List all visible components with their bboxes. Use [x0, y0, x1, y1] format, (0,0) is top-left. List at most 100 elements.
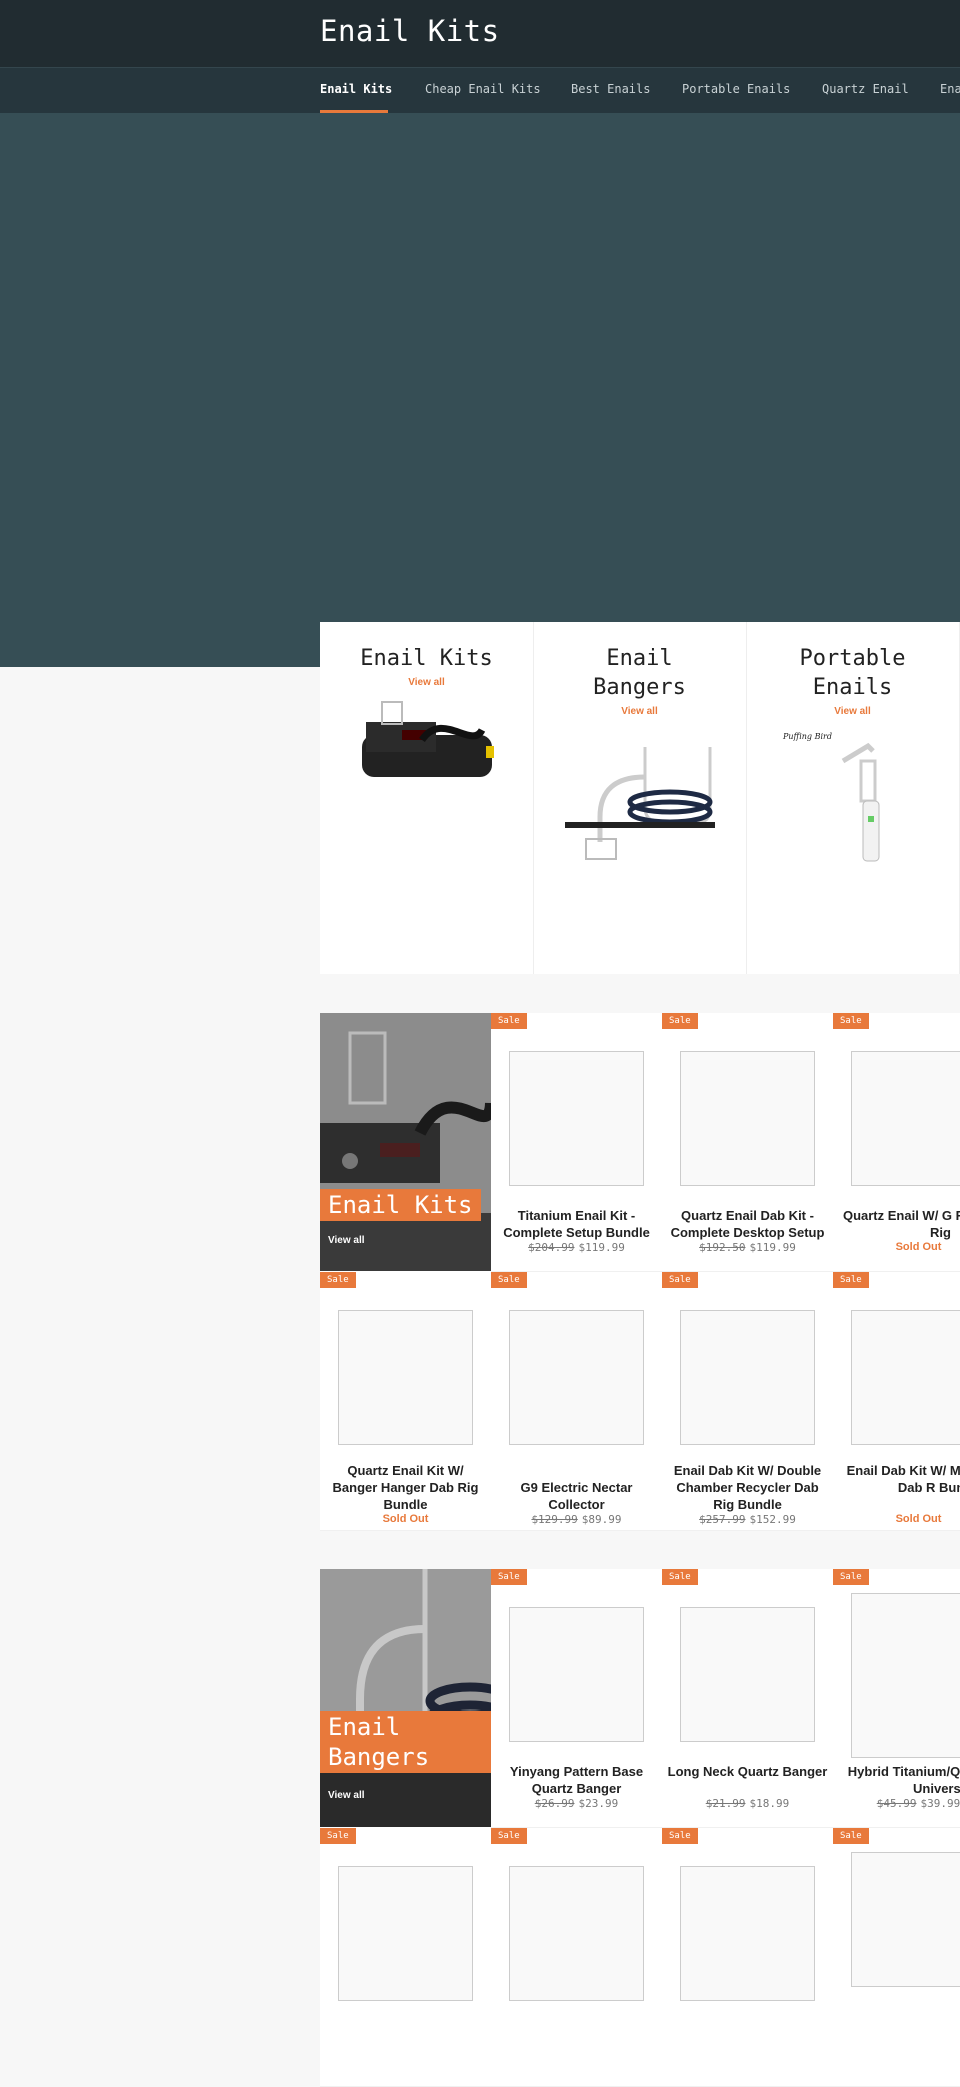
- product-thumbnail: [680, 1051, 815, 1186]
- product-card[interactable]: Sale: [833, 1828, 960, 2087]
- collection-section-enail-bangers: Enail Bangers View all Sale Yinyang Patt…: [320, 1569, 960, 1875]
- sale-badge: Sale: [662, 1013, 698, 1029]
- product-card[interactable]: Sale Enail Dab Kit W/ Double Chamber Rec…: [662, 1272, 834, 1531]
- feature-title: Enail Bangers: [320, 1711, 491, 1773]
- product-thumbnail: [680, 1607, 815, 1742]
- original-price: $257.99: [699, 1513, 745, 1526]
- product-name[interactable]: Long Neck Quartz Banger: [666, 1763, 829, 1780]
- product-name[interactable]: Quartz Enail Dab Kit - Complete Desktop …: [666, 1207, 829, 1241]
- product-name[interactable]: Quartz Enail Kit W/ Banger Hanger Dab Ri…: [324, 1462, 487, 1513]
- product-price: $204.99 $119.99: [491, 1241, 662, 1254]
- feature-enail-kits[interactable]: Enail Kits View all: [320, 1013, 491, 1271]
- product-price: $26.99 $23.99: [491, 1797, 662, 1810]
- product-card[interactable]: Sale: [662, 1828, 834, 2087]
- product-card[interactable]: Sale Yinyang Pattern Base Quartz Banger …: [491, 1569, 663, 1828]
- product-thumbnail: [338, 1310, 473, 1445]
- sale-price: $152.99: [750, 1513, 796, 1526]
- sold-out-label: Sold Out: [833, 1241, 960, 1253]
- collection-grid: Enail Kits View all Enail Bangers View a…: [320, 622, 960, 974]
- product-thumbnail: [509, 1051, 644, 1186]
- product-card[interactable]: Sale G9 Electric Nectar Collector $129.9…: [491, 1272, 663, 1531]
- sold-out-label: Sold Out: [320, 1513, 491, 1525]
- sale-badge: Sale: [662, 1569, 698, 1585]
- product-name[interactable]: Quartz Enail W/ G Recycler Dab Rig: [837, 1207, 960, 1241]
- banger-feature-image: [320, 1569, 491, 1827]
- view-all-link[interactable]: View all: [533, 706, 746, 717]
- product-card[interactable]: Sale Quartz Enail W/ G Recycler Dab Rig …: [833, 1013, 960, 1272]
- sale-badge: Sale: [833, 1272, 869, 1288]
- sale-badge: Sale: [833, 1828, 869, 1844]
- sale-price: $18.99: [750, 1797, 790, 1810]
- original-price: $204.99: [528, 1241, 574, 1254]
- product-name[interactable]: Enail Dab Kit W/ Double Chamber Recycler…: [666, 1462, 829, 1513]
- product-name[interactable]: Enail Dab Kit W/ M Matrix Perc Dab R Bun…: [837, 1462, 960, 1496]
- view-all-link[interactable]: View all: [328, 1235, 365, 1246]
- hero-banner: [0, 113, 960, 667]
- site-header: Enail Kits: [0, 0, 960, 67]
- product-thumbnail: [851, 1593, 960, 1758]
- product-card[interactable]: Sale Quartz Enail Kit W/ Banger Hanger D…: [320, 1272, 492, 1531]
- product-thumbnail: [509, 1310, 644, 1445]
- site-title[interactable]: Enail Kits: [320, 14, 500, 48]
- svg-text:Puffing Bird: Puffing Bird: [782, 732, 832, 741]
- product-thumbnail: [851, 1852, 960, 1987]
- main-nav: Enail Kits Cheap Enail Kits Best Enails …: [0, 67, 960, 114]
- collection-title: Enail Kits: [320, 644, 533, 673]
- product-price: $257.99 $152.99: [662, 1513, 833, 1526]
- product-name[interactable]: Yinyang Pattern Base Quartz Banger: [495, 1763, 658, 1797]
- collection-card-portable-enails[interactable]: Portable Enails View all Puffing Bird: [746, 622, 960, 974]
- sale-badge: Sale: [320, 1828, 356, 1844]
- sale-badge: Sale: [662, 1272, 698, 1288]
- nav-item-more[interactable]: Ena: [940, 82, 960, 96]
- sale-price: $89.99: [582, 1513, 622, 1526]
- product-card[interactable]: Sale Quartz Enail Dab Kit - Complete Des…: [662, 1013, 834, 1272]
- portable-enail-image: Puffing Bird: [773, 721, 933, 881]
- product-card[interactable]: Sale Long Neck Quartz Banger $21.99 $18.9…: [662, 1569, 834, 1828]
- nav-item-best-enails[interactable]: Best Enails: [571, 82, 650, 96]
- product-name[interactable]: Titanium Enail Kit - Complete Setup Bund…: [495, 1207, 658, 1241]
- sale-price: $119.99: [750, 1241, 796, 1254]
- product-card[interactable]: Sale Hybrid Titanium/Qu Domeless Univers…: [833, 1569, 960, 1828]
- product-thumbnail: [509, 1866, 644, 2001]
- nav-item-portable-enails[interactable]: Portable Enails: [682, 82, 790, 96]
- product-price: $45.99$39.99: [833, 1797, 960, 1810]
- product-thumbnail: [680, 1866, 815, 2001]
- original-price: $21.99: [706, 1797, 746, 1810]
- nav-item-cheap-enail-kits[interactable]: Cheap Enail Kits: [425, 82, 541, 96]
- sale-badge: Sale: [662, 1828, 698, 1844]
- view-all-link[interactable]: View all: [328, 1790, 365, 1801]
- view-all-link[interactable]: View all: [320, 677, 533, 688]
- product-card[interactable]: Sale: [491, 1828, 663, 2087]
- product-name[interactable]: G9 Electric Nectar Collector: [495, 1479, 658, 1513]
- original-price: $26.99: [535, 1797, 575, 1810]
- product-price: $192.50$119.99: [662, 1241, 833, 1254]
- nav-item-enail-kits[interactable]: Enail Kits: [320, 82, 392, 96]
- product-thumbnail: [338, 1866, 473, 2001]
- banger-image: [560, 727, 720, 877]
- original-price: $45.99: [877, 1797, 917, 1810]
- collection-title: Enail Bangers: [585, 644, 695, 702]
- product-name[interactable]: Hybrid Titanium/Qu Domeless Universa: [837, 1763, 960, 1797]
- product-card[interactable]: Sale Titanium Enail Kit - Complete Setup…: [491, 1013, 663, 1272]
- nav-item-quartz-enail[interactable]: Quartz Enail: [822, 82, 909, 96]
- view-all-link[interactable]: View all: [746, 706, 959, 717]
- product-thumbnail: [680, 1310, 815, 1445]
- sale-badge: Sale: [491, 1569, 527, 1585]
- sale-badge: Sale: [320, 1272, 356, 1288]
- collection-title: Portable Enails: [798, 644, 908, 702]
- product-card[interactable]: Sale Enail Dab Kit W/ M Matrix Perc Dab …: [833, 1272, 960, 1531]
- sale-price: $119.99: [579, 1241, 625, 1254]
- product-price: $21.99 $18.99: [662, 1797, 833, 1810]
- sale-badge: Sale: [491, 1828, 527, 1844]
- product-thumbnail: [509, 1607, 644, 1742]
- collection-card-enail-kits[interactable]: Enail Kits View all: [320, 622, 534, 974]
- product-thumbnail: [851, 1310, 960, 1445]
- enail-kit-image: [352, 700, 502, 800]
- feature-title: Enail Kits: [320, 1189, 481, 1221]
- feature-enail-bangers[interactable]: Enail Bangers View all: [320, 1569, 491, 1827]
- sale-price: $23.99: [579, 1797, 619, 1810]
- sale-badge: Sale: [491, 1272, 527, 1288]
- sale-badge: Sale: [833, 1013, 869, 1029]
- collection-card-enail-bangers[interactable]: Enail Bangers View all: [533, 622, 747, 974]
- product-card[interactable]: Sale: [320, 1828, 492, 2087]
